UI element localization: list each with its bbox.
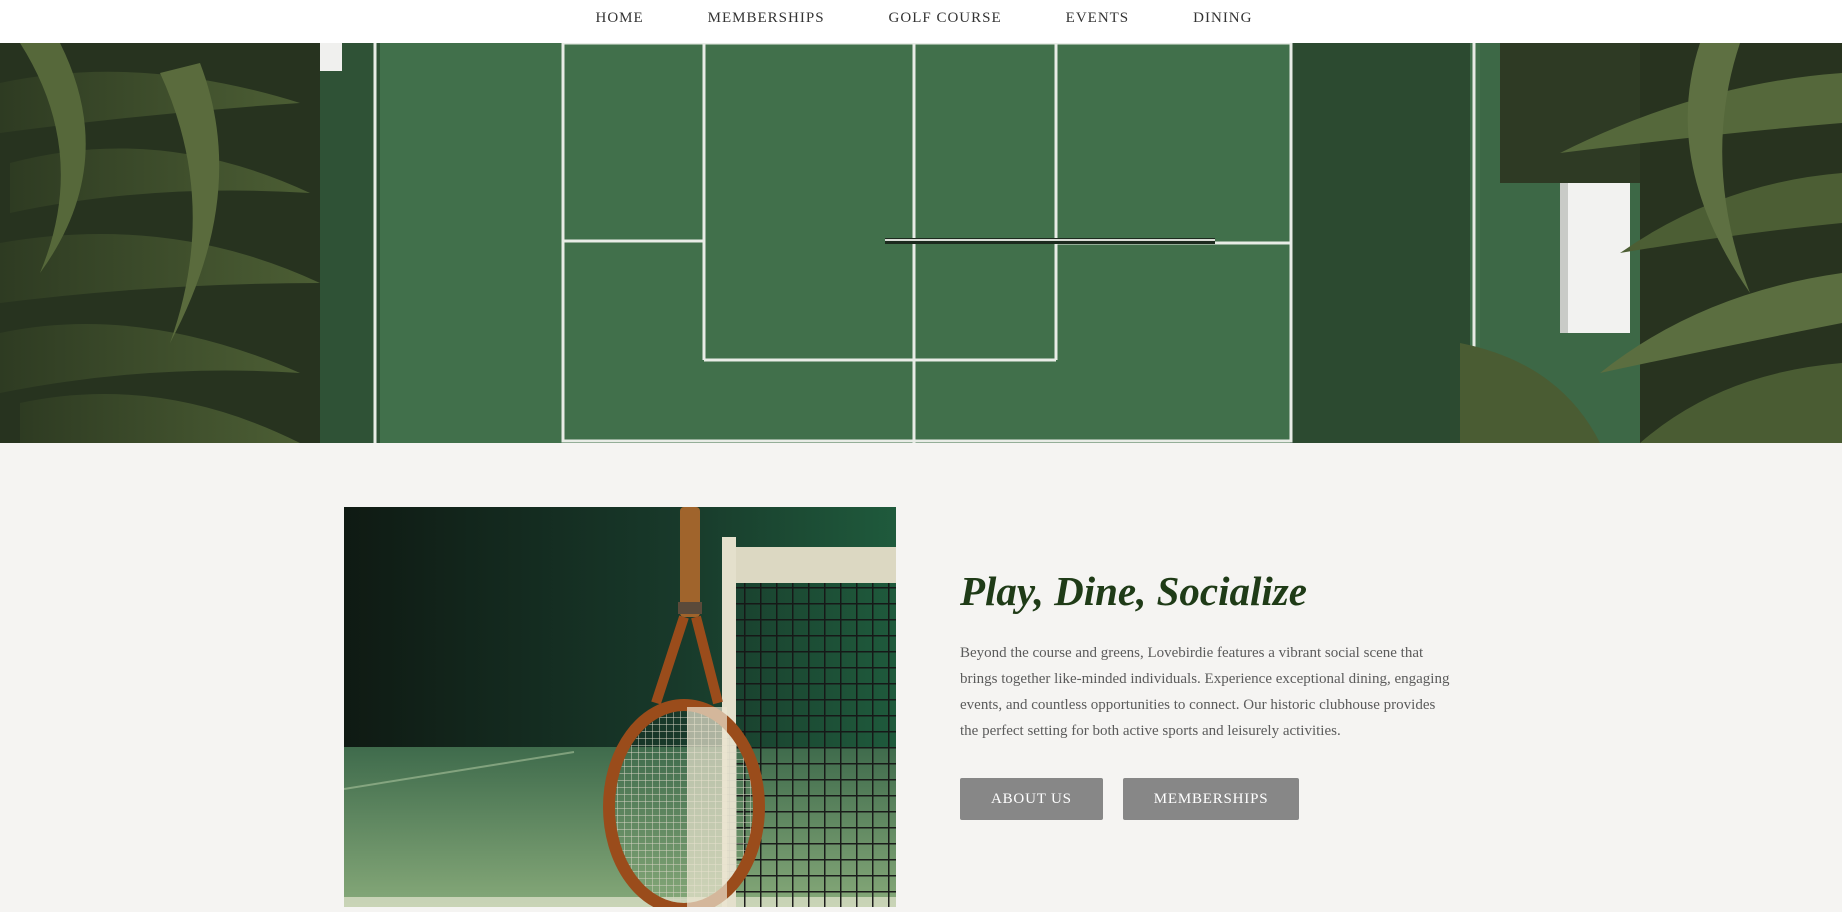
about-us-button[interactable]: ABOUT US [960, 778, 1103, 821]
nav-item-home[interactable]: HOME [564, 1, 676, 35]
top-navigation: HOME MEMBERSHIPS GOLF COURSE EVENTS DINI… [0, 0, 1842, 43]
tennis-racket-net-image [344, 507, 896, 907]
nav-item-memberships[interactable]: MEMBERSHIPS [676, 1, 857, 35]
nav-item-golf-course[interactable]: GOLF COURSE [857, 1, 1034, 35]
feature-text: Play, Dine, Socialize Beyond the course … [960, 568, 1460, 821]
memberships-button[interactable]: MEMBERSHIPS [1122, 778, 1300, 821]
feature-buttons: ABOUT US MEMBERSHIPS [960, 778, 1460, 821]
feature-headline: Play, Dine, Socialize [960, 568, 1307, 614]
hero-banner [0, 43, 1842, 443]
nav-item-dining[interactable]: DINING [1161, 1, 1284, 35]
feature-body: Beyond the course and greens, Lovebirdie… [960, 645, 1450, 740]
tennis-court-aerial-image [0, 43, 1842, 443]
nav-links: HOME MEMBERSHIPS GOLF COURSE EVENTS DINI… [564, 9, 1285, 35]
nav-item-events[interactable]: EVENTS [1034, 1, 1162, 35]
feature-photo [344, 507, 896, 907]
feature-section: Play, Dine, Socialize Beyond the course … [0, 443, 1842, 912]
